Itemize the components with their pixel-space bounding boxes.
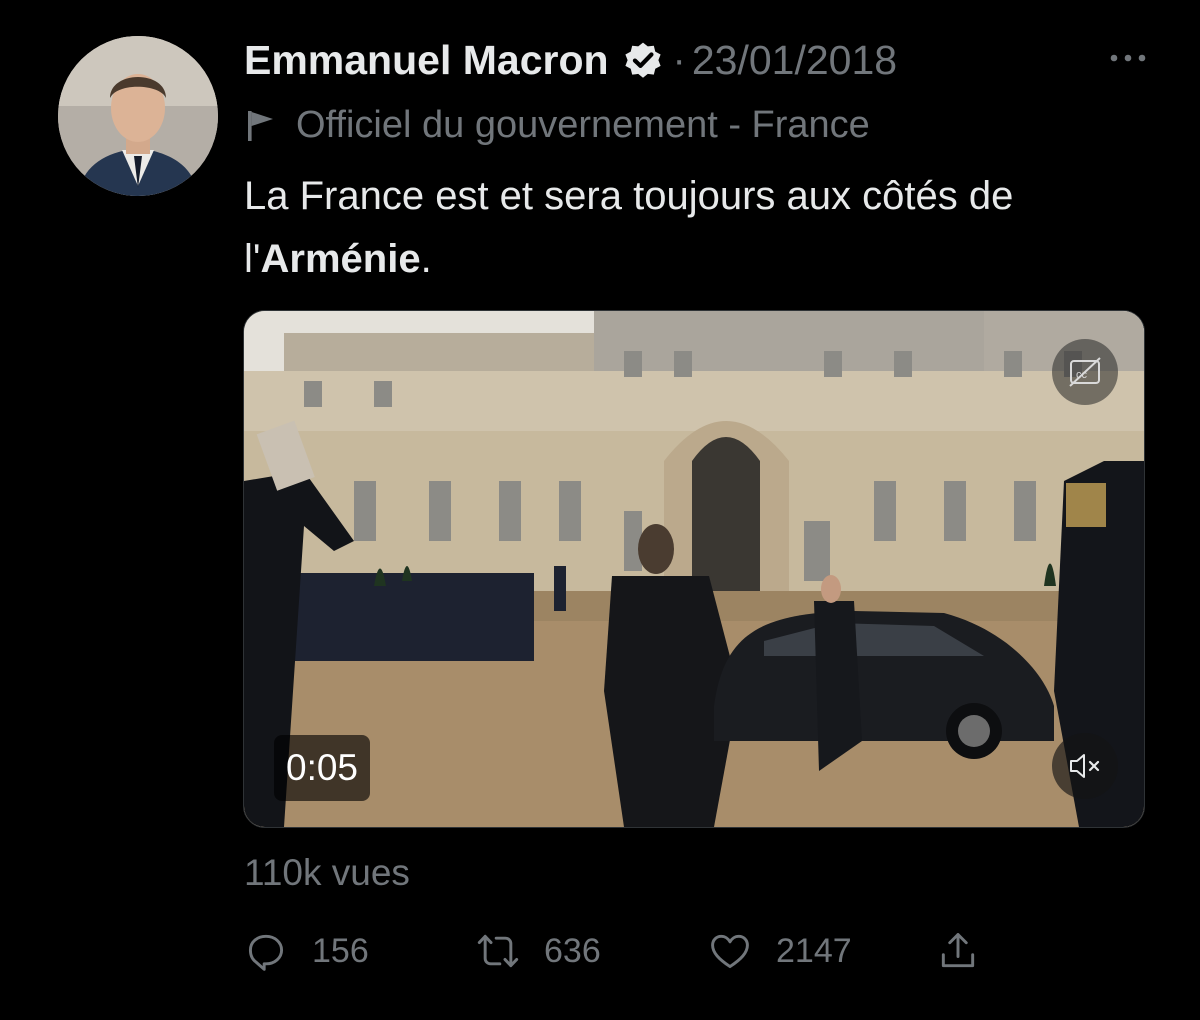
tweet-header: Emmanuel Macron · 23/01/2018 xyxy=(244,32,897,88)
tweet-actions: 156 636 2147 xyxy=(244,924,1004,978)
post-date[interactable]: 23/01/2018 xyxy=(692,37,897,84)
closed-captions-off-icon: cc xyxy=(1069,357,1101,387)
retweet-button[interactable]: 636 xyxy=(476,924,601,978)
avatar[interactable] xyxy=(58,36,218,196)
reply-button[interactable]: 156 xyxy=(244,924,369,978)
tweet-text: La France est et sera toujours aux côtés… xyxy=(244,165,1144,291)
retweet-icon xyxy=(477,934,519,968)
view-count: 110k vues xyxy=(244,852,410,893)
retweet-count: 636 xyxy=(544,931,601,970)
verified-badge-icon xyxy=(621,38,665,82)
speaker-muted-icon xyxy=(1070,754,1100,778)
reply-count: 156 xyxy=(312,931,369,970)
author-name[interactable]: Emmanuel Macron xyxy=(244,37,609,84)
tweet: Emmanuel Macron · 23/01/2018 Officiel du… xyxy=(0,0,1200,1020)
tweet-text-suffix: . xyxy=(420,237,432,281)
video-frame xyxy=(244,311,1144,827)
more-options-icon[interactable] xyxy=(1106,46,1150,70)
like-count: 2147 xyxy=(776,931,852,970)
closed-captions-button[interactable]: cc xyxy=(1052,339,1118,405)
separator-dot: · xyxy=(672,37,686,82)
unmute-button[interactable] xyxy=(1052,733,1118,799)
share-button[interactable] xyxy=(936,924,980,978)
video-player[interactable]: cc 0:05 xyxy=(243,310,1145,828)
tweet-text-bold[interactable]: Arménie xyxy=(261,237,421,281)
government-affiliation: Officiel du gouvernement - France xyxy=(244,100,870,150)
flag-icon xyxy=(244,107,278,143)
affiliation-label: Officiel du gouvernement - France xyxy=(296,103,870,146)
like-button[interactable]: 2147 xyxy=(708,924,852,978)
share-icon xyxy=(941,933,975,968)
heart-icon xyxy=(711,934,749,969)
video-duration: 0:05 xyxy=(274,735,371,801)
reply-icon xyxy=(248,934,284,971)
